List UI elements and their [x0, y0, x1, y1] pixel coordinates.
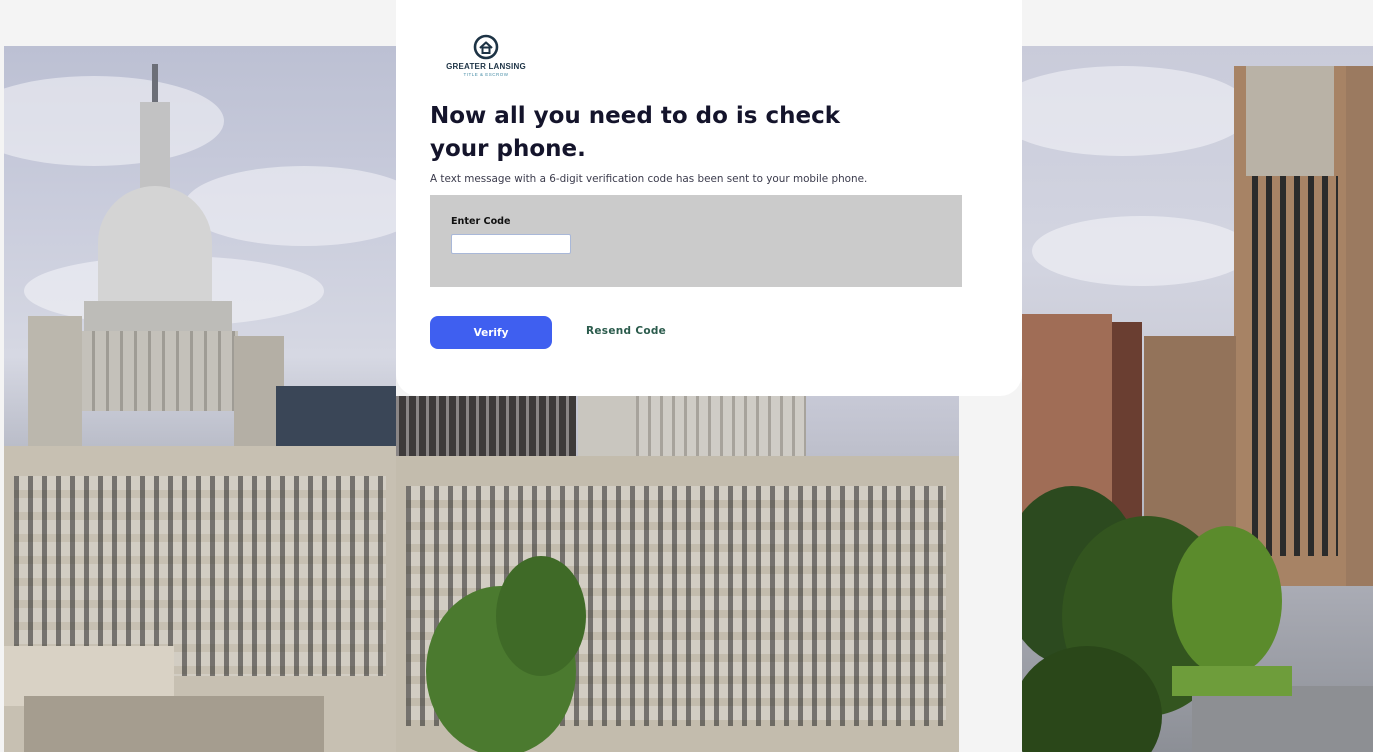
code-label: Enter Code	[451, 216, 511, 227]
verification-message: A text message with a 6-digit verificati…	[430, 173, 868, 185]
verification-card: GREATER LANSING TITLE & ESCROW Now all y…	[396, 0, 1022, 396]
code-entry-panel: Enter Code	[430, 195, 962, 287]
page-background: GREATER LANSING TITLE & ESCROW Now all y…	[0, 0, 1373, 752]
background-photo-right	[1022, 46, 1373, 752]
brand-logo: GREATER LANSING TITLE & ESCROW	[436, 34, 536, 82]
background-photo-middle	[396, 396, 959, 752]
resend-code-link[interactable]: Resend Code	[586, 325, 666, 337]
house-logo-icon	[473, 34, 499, 60]
brand-name: GREATER LANSING	[446, 62, 526, 71]
verify-button[interactable]: Verify	[430, 316, 552, 349]
background-photo-left	[4, 46, 396, 752]
brand-tagline: TITLE & ESCROW	[463, 72, 509, 77]
verification-code-input[interactable]	[451, 234, 571, 254]
page-title: Now all you need to do is check your pho…	[430, 103, 841, 162]
